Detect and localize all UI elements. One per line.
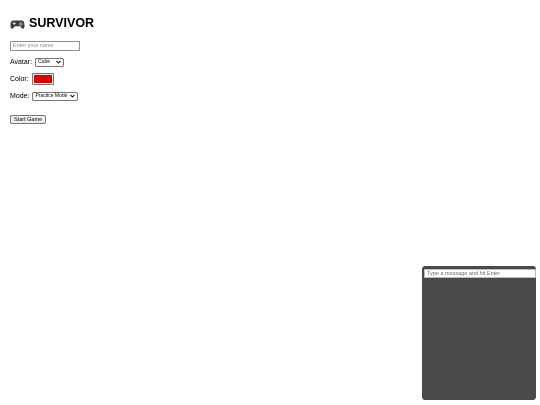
lobby-panel: SURVIVOR Avatar: Cube Color: Mode: Pract…: [10, 14, 94, 126]
avatar-select[interactable]: Cube: [35, 57, 65, 67]
game-title-text: SURVIVOR: [29, 16, 95, 30]
color-picker-swatch: [33, 75, 52, 83]
mode-label: Mode:: [10, 92, 30, 100]
game-title: SURVIVOR: [10, 14, 94, 32]
avatar-label: Avatar:: [10, 58, 33, 66]
chat-input[interactable]: [424, 269, 536, 278]
mode-select-value: Practice Mode: [35, 93, 68, 99]
chevron-down-icon: [70, 94, 76, 98]
avatar-select-value: Cube: [38, 59, 51, 65]
mode-row: Mode: Practice Mode: [10, 91, 94, 101]
start-game-button[interactable]: Start Game: [10, 115, 47, 124]
mode-select[interactable]: Practice Mode: [32, 91, 79, 101]
chat-messages: [424, 280, 534, 398]
avatar-row: Avatar: Cube: [10, 57, 94, 67]
chat-panel: [422, 266, 536, 400]
name-input[interactable]: [10, 41, 80, 51]
gamepad-icon: [10, 17, 25, 29]
chevron-down-icon: [56, 60, 61, 64]
color-row: Color:: [10, 73, 94, 85]
color-picker[interactable]: [31, 73, 54, 85]
color-label: Color:: [10, 75, 29, 83]
